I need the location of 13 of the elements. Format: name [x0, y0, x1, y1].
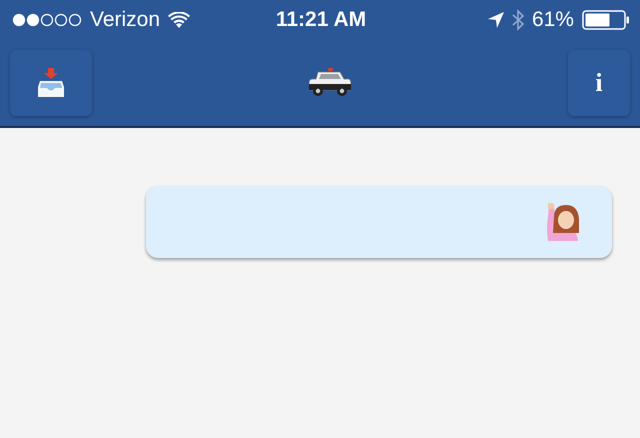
carrier-name: Verizon: [90, 8, 160, 32]
wifi-icon: [168, 12, 190, 28]
person-raising-hand-icon: [546, 203, 580, 241]
clock-time: 11:21 AM: [276, 8, 366, 32]
battery-icon: [582, 10, 630, 30]
signal-strength-icon: [12, 13, 82, 27]
inbox-button[interactable]: [10, 50, 92, 116]
battery-percentage: 61%: [532, 8, 574, 32]
location-arrow-icon: [488, 12, 504, 28]
inbox-tray-icon: [38, 68, 64, 98]
info-button[interactable]: i: [568, 50, 630, 116]
bluetooth-icon: [512, 9, 524, 31]
police-car-icon: [309, 68, 351, 98]
